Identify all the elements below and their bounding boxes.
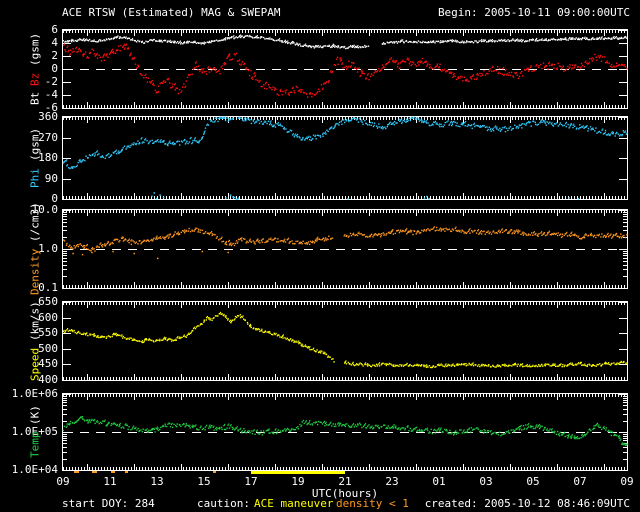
- panel-phi-ylabel: Phi (gsm): [27, 117, 43, 199]
- xtick-label: 01: [432, 475, 446, 488]
- ylabel-part: Bz: [28, 65, 42, 86]
- xtick-label: 03: [479, 475, 493, 488]
- begin-timestamp: Begin: 2005-10-11 09:00:00UTC: [437, 6, 630, 19]
- ylabel-part: Density: [28, 242, 42, 296]
- ylabel-part: (gsm): [28, 128, 42, 162]
- density-lt1-marker: [125, 471, 128, 473]
- ylabel-part: (K): [28, 405, 42, 426]
- caution-label: caution:: [197, 497, 250, 510]
- xtick-label: 13: [150, 475, 164, 488]
- panel-bt_bz-canvas: [62, 29, 628, 109]
- created-timestamp: created: 2005-10-12 08:46:09UTC: [424, 497, 630, 510]
- density-lt1-marker: [92, 471, 98, 473]
- ylabel-part: Temp: [28, 425, 42, 459]
- panel-bt_bz-ylabel: Bt Bz (gsm): [27, 30, 43, 108]
- xtick-label: 15: [197, 475, 211, 488]
- ylabel-part: (gsm): [28, 32, 42, 66]
- xtick-label: 11: [103, 475, 117, 488]
- start-doy-label: start DOY: 284: [62, 497, 155, 510]
- panel-speed-canvas: [62, 301, 628, 381]
- ace-maneuver-bar: [251, 471, 345, 474]
- ylabel-part: Phi: [28, 161, 42, 188]
- panel-speed-ylabel: Speed (km/s): [27, 301, 43, 381]
- ylabel-part: (km/s): [28, 301, 42, 341]
- ace-rtsw-plot: ACE RTSW (Estimated) MAG & SWEPAM Begin:…: [0, 0, 640, 512]
- density-lt1-marker: [111, 471, 115, 473]
- panel-temp-canvas: [62, 393, 628, 471]
- xtick-label: 07: [573, 475, 587, 488]
- density-lt1-marker: [73, 471, 80, 473]
- xtick-label: 09: [56, 475, 70, 488]
- density-lt1-marker: [213, 471, 216, 473]
- maneuver-caution-label: ACE maneuver: [254, 497, 334, 510]
- xtick-label: 17: [244, 475, 258, 488]
- ylabel-part: Speed: [28, 341, 42, 381]
- ylabel-part: (/cm3): [28, 202, 42, 243]
- panel-phi-canvas: [62, 116, 628, 200]
- panel-temp-ylabel: Temp (K): [27, 394, 43, 470]
- xtick-label: 05: [526, 475, 540, 488]
- panel-density-canvas: [62, 209, 628, 289]
- xtick-label: 09: [620, 475, 634, 488]
- density-caution-label: density < 1: [336, 497, 409, 510]
- panel-density-ylabel: Density (/cm3): [27, 203, 43, 296]
- ylabel-part: Bt: [28, 85, 42, 106]
- page-title: ACE RTSW (Estimated) MAG & SWEPAM: [62, 6, 281, 19]
